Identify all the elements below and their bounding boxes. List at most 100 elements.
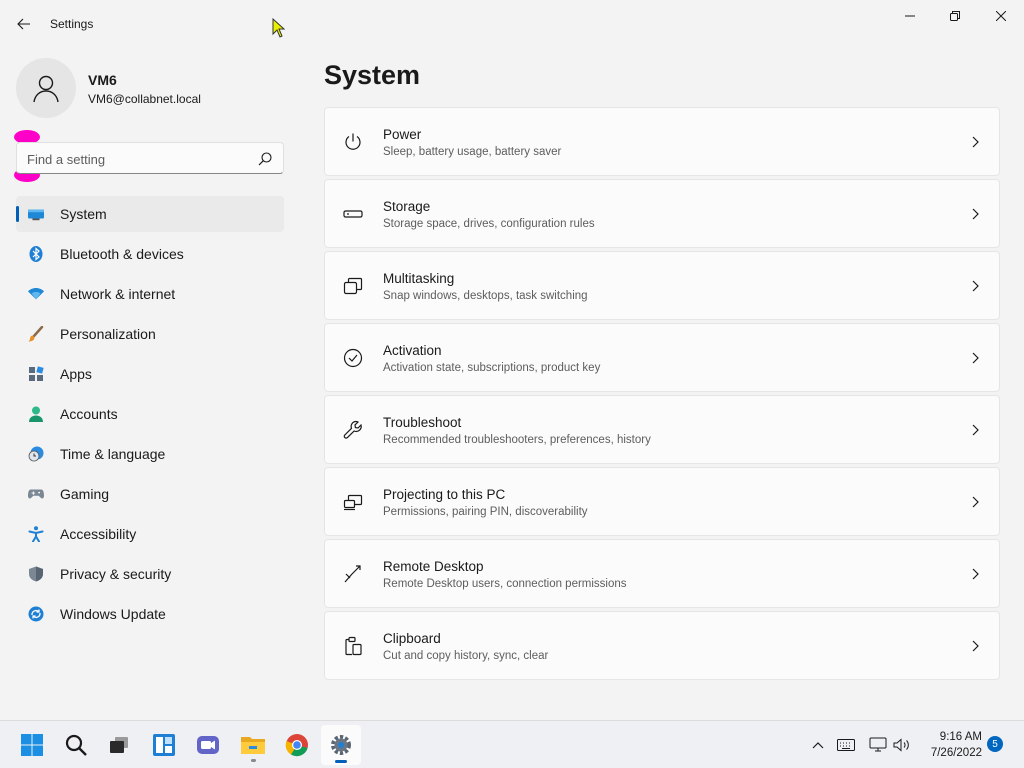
network-status[interactable] xyxy=(866,721,890,768)
projecting-icon xyxy=(343,492,363,512)
volume-control[interactable] xyxy=(890,721,914,768)
widgets-icon xyxy=(153,734,175,756)
notification-badge[interactable]: 5 xyxy=(987,736,1003,752)
gamepad-icon xyxy=(28,486,44,502)
search-icon xyxy=(65,734,87,756)
teams-chat-button[interactable] xyxy=(188,725,228,765)
sidebar-item-label: Time & language xyxy=(60,446,166,462)
wrench-icon xyxy=(343,420,363,440)
setting-card-multitasking[interactable]: Multitasking Snap windows, desktops, tas… xyxy=(324,251,1000,320)
search-input[interactable] xyxy=(27,149,247,169)
sidebar-nav: System Bluetooth & devices Network & int… xyxy=(16,196,284,636)
teams-chat-icon xyxy=(197,736,219,754)
bluetooth-icon xyxy=(28,246,44,262)
chevron-right-icon xyxy=(972,280,979,292)
multitasking-icon xyxy=(343,276,363,296)
task-view-button[interactable] xyxy=(99,725,139,765)
remote-desktop-icon xyxy=(343,564,363,584)
accessibility-icon xyxy=(28,526,44,542)
input-indicator[interactable] xyxy=(834,721,858,768)
card-title: Remote Desktop xyxy=(383,559,484,574)
sidebar-item-bluetooth[interactable]: Bluetooth & devices xyxy=(16,236,284,272)
show-hidden-icons-button[interactable] xyxy=(808,721,828,768)
setting-card-remote-desktop[interactable]: Remote Desktop Remote Desktop users, con… xyxy=(324,539,1000,608)
wifi-icon xyxy=(28,286,44,302)
widgets-button[interactable] xyxy=(144,725,184,765)
setting-card-storage[interactable]: Storage Storage space, drives, configura… xyxy=(324,179,1000,248)
sidebar-item-time-language[interactable]: Time & language xyxy=(16,436,284,472)
user-avatar-icon xyxy=(33,75,59,103)
sidebar-item-label: Apps xyxy=(60,366,92,382)
card-subtitle: Remote Desktop users, connection permiss… xyxy=(383,578,627,590)
chevron-right-icon xyxy=(972,424,979,436)
minimize-button[interactable] xyxy=(887,0,933,32)
sidebar-item-gaming[interactable]: Gaming xyxy=(16,476,284,512)
file-explorer-icon xyxy=(241,737,265,754)
windows-update-icon xyxy=(28,606,44,622)
setting-card-power[interactable]: Power Sleep, battery usage, battery save… xyxy=(324,107,1000,176)
card-subtitle: Cut and copy history, sync, clear xyxy=(383,650,549,662)
sidebar-item-label: Windows Update xyxy=(60,606,166,622)
clipboard-icon xyxy=(343,636,363,656)
card-title: Multitasking xyxy=(383,271,455,286)
sidebar-item-privacy[interactable]: Privacy & security xyxy=(16,556,284,592)
sidebar-item-label: System xyxy=(60,206,107,222)
clock-date: 7/26/2022 xyxy=(930,747,982,759)
running-indicator xyxy=(251,759,256,762)
apps-icon xyxy=(28,366,44,382)
brush-icon xyxy=(28,326,44,342)
sidebar-item-network[interactable]: Network & internet xyxy=(16,276,284,312)
chrome-button[interactable] xyxy=(277,725,317,765)
start-button[interactable] xyxy=(12,725,52,765)
sidebar-item-personalization[interactable]: Personalization xyxy=(16,316,284,352)
accounts-icon xyxy=(28,406,44,422)
setting-card-activation[interactable]: Activation Activation state, subscriptio… xyxy=(324,323,1000,392)
sidebar-item-label: Privacy & security xyxy=(60,566,172,582)
network-icon xyxy=(869,737,887,752)
card-title: Clipboard xyxy=(383,631,441,646)
start-icon xyxy=(21,734,43,756)
chevron-right-icon xyxy=(972,496,979,508)
settings-app-button[interactable] xyxy=(321,725,361,765)
taskbar-search-button[interactable] xyxy=(56,725,96,765)
card-title: Projecting to this PC xyxy=(383,487,506,502)
sidebar-item-accessibility[interactable]: Accessibility xyxy=(16,516,284,552)
shield-icon xyxy=(28,566,44,582)
maximize-icon xyxy=(950,11,960,21)
sidebar-item-apps[interactable]: Apps xyxy=(16,356,284,392)
close-icon xyxy=(996,11,1006,21)
storage-icon xyxy=(343,204,363,224)
file-explorer-button[interactable] xyxy=(233,725,273,765)
maximize-button[interactable] xyxy=(932,0,978,32)
card-title: Troubleshoot xyxy=(383,415,462,430)
sidebar-item-label: Gaming xyxy=(60,486,110,502)
search-box[interactable] xyxy=(16,142,284,174)
sidebar-item-label: Accessibility xyxy=(60,526,137,542)
chevron-right-icon xyxy=(972,208,979,220)
sidebar-item-windows-update[interactable]: Windows Update xyxy=(16,596,284,632)
minimize-icon xyxy=(905,15,915,17)
card-subtitle: Activation state, subscriptions, product… xyxy=(383,362,601,374)
setting-card-clipboard[interactable]: Clipboard Cut and copy history, sync, cl… xyxy=(324,611,1000,680)
sidebar-item-label: Network & internet xyxy=(60,286,176,302)
back-arrow-icon xyxy=(17,18,30,30)
back-button[interactable] xyxy=(10,10,38,38)
power-icon xyxy=(343,132,363,152)
card-title: Storage xyxy=(383,199,431,214)
clock[interactable]: 9:16 AM 7/26/2022 xyxy=(922,729,982,761)
setting-card-troubleshoot[interactable]: Troubleshoot Recommended troubleshooters… xyxy=(324,395,1000,464)
close-button[interactable] xyxy=(978,0,1024,32)
task-view-icon xyxy=(110,737,128,753)
keyboard-icon xyxy=(837,739,855,751)
setting-card-projecting[interactable]: Projecting to this PC Permissions, pairi… xyxy=(324,467,1000,536)
sidebar-item-accounts[interactable]: Accounts xyxy=(16,396,284,432)
card-title: Activation xyxy=(383,343,442,358)
card-subtitle: Storage space, drives, configuration rul… xyxy=(383,218,595,230)
avatar[interactable] xyxy=(16,58,76,118)
clock-time: 9:16 AM xyxy=(939,731,982,743)
sidebar-item-system[interactable]: System xyxy=(16,196,284,232)
selection-indicator xyxy=(16,206,19,222)
search-icon[interactable] xyxy=(257,151,273,167)
card-subtitle: Sleep, battery usage, battery saver xyxy=(383,146,562,158)
chevron-right-icon xyxy=(972,568,979,580)
